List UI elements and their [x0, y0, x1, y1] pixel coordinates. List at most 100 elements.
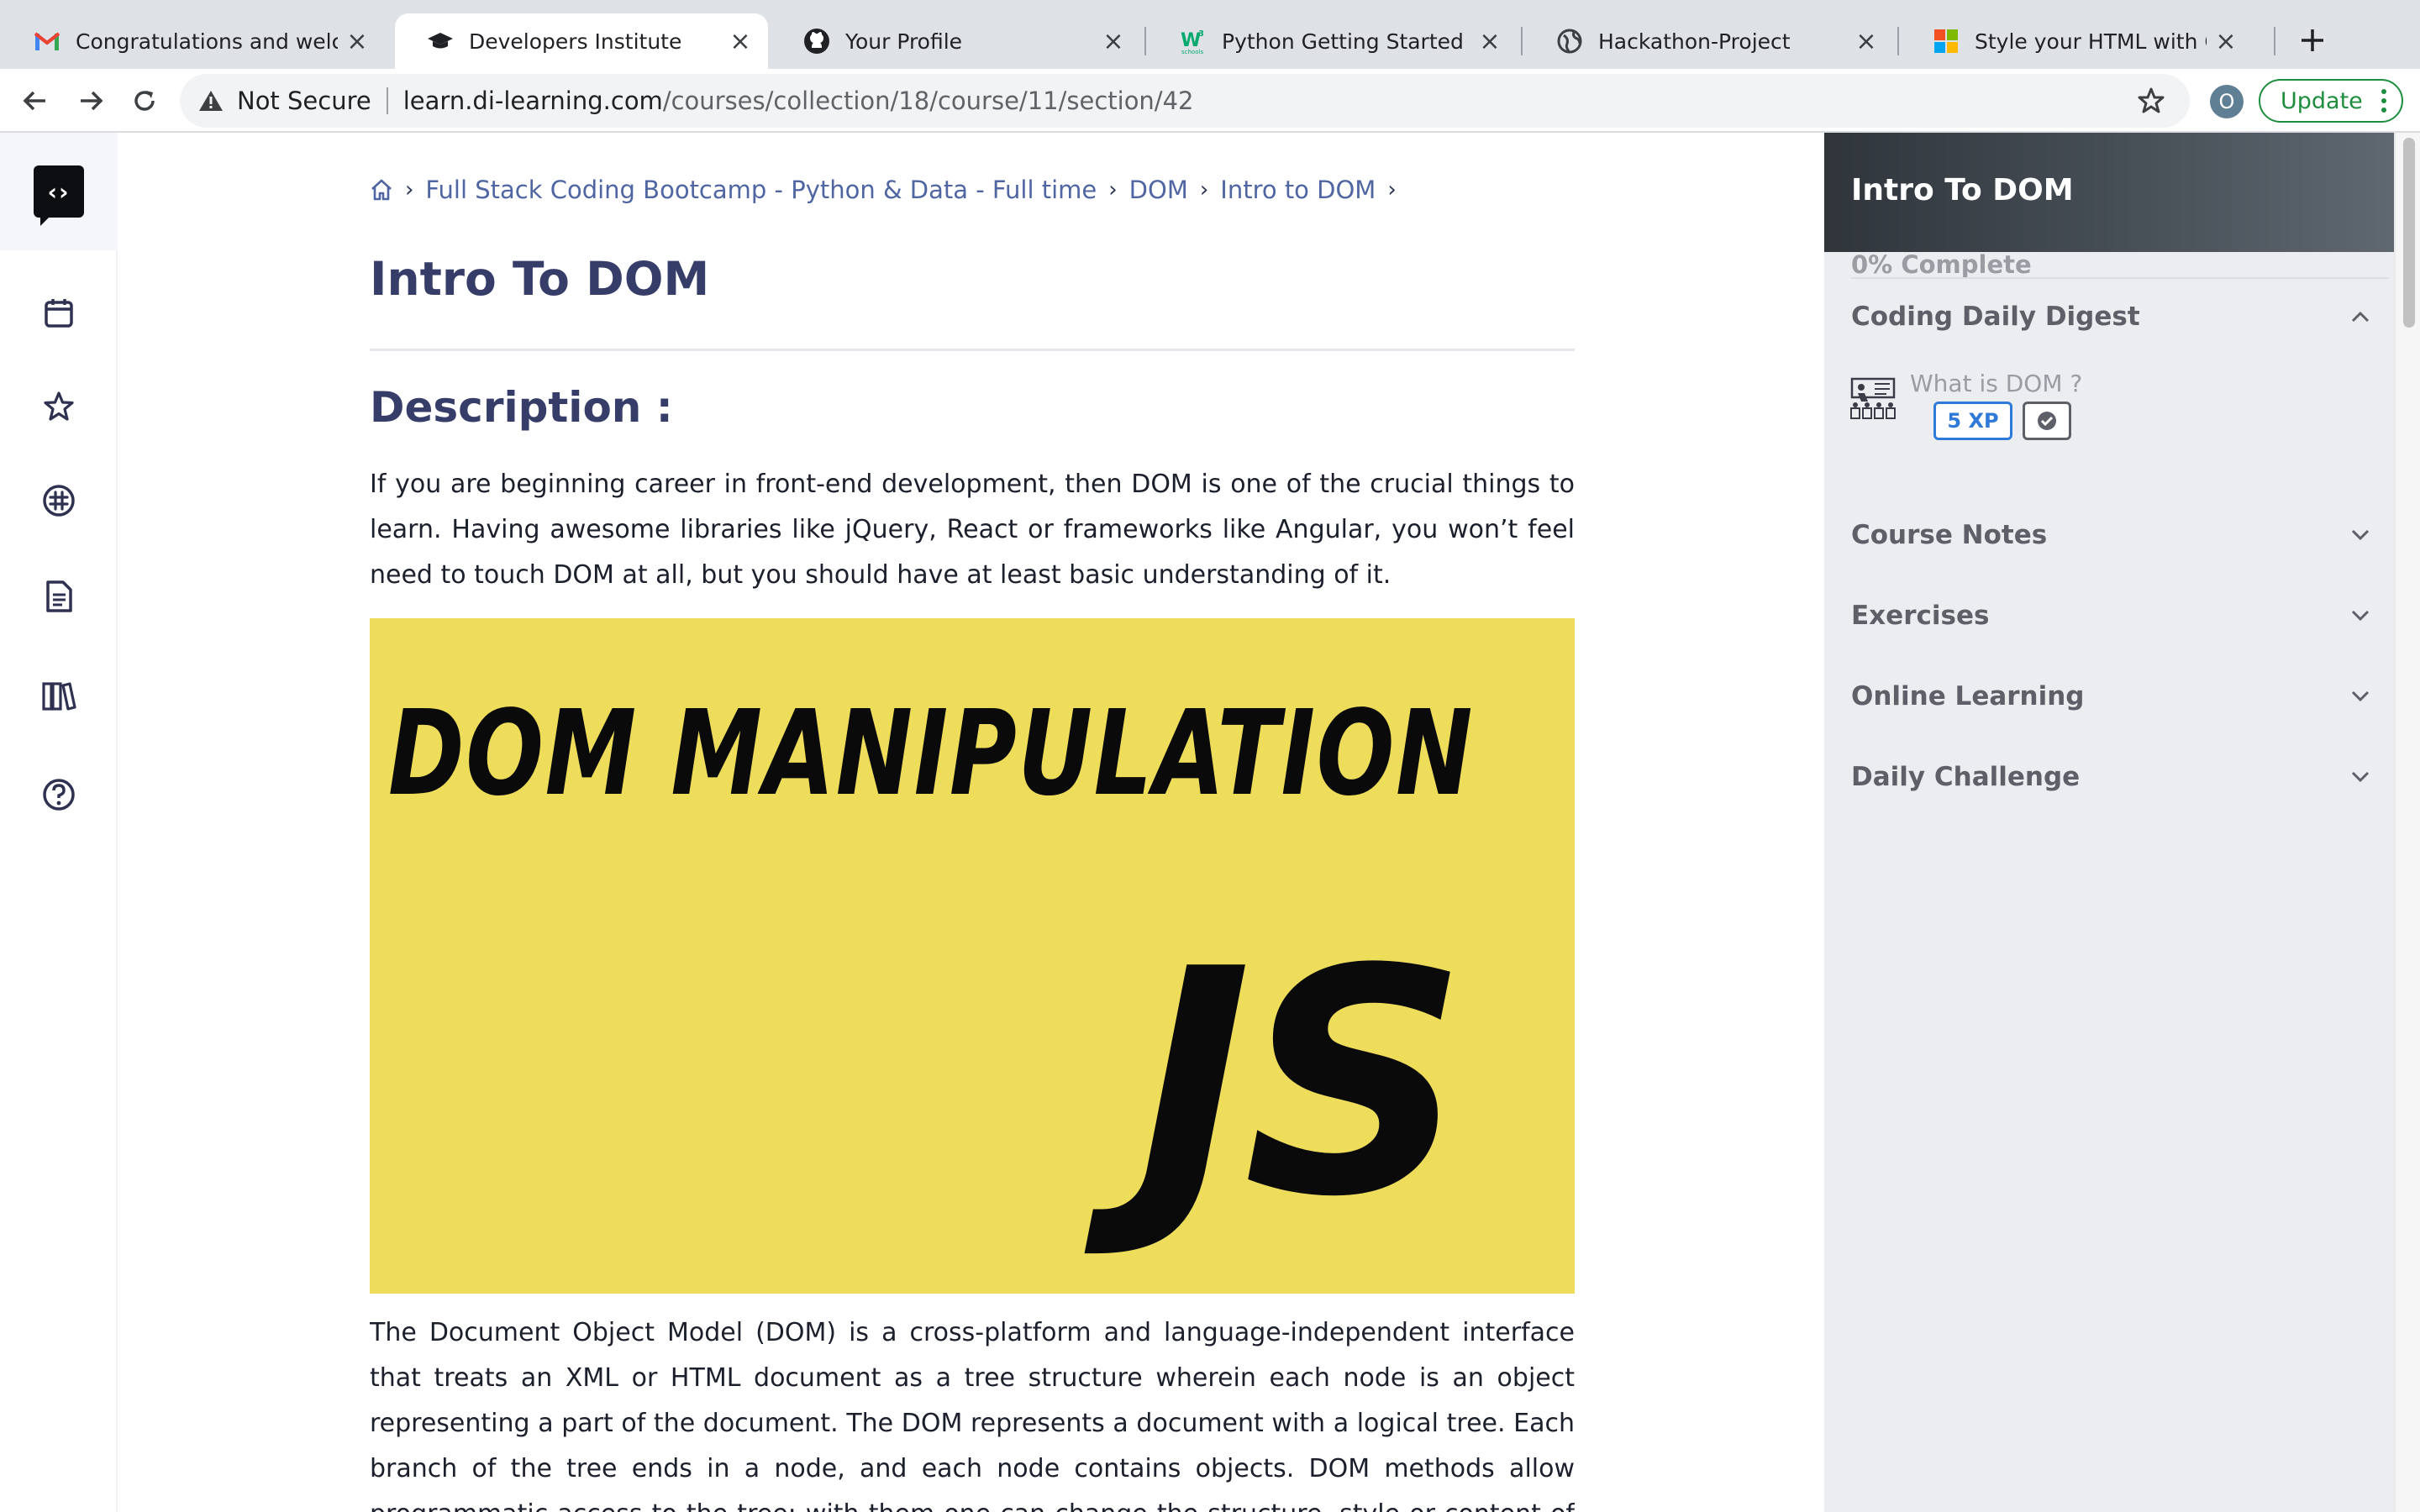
- close-icon[interactable]: ×: [1854, 27, 1879, 56]
- url-divider: [386, 87, 388, 114]
- section-label: Exercises: [1851, 601, 1990, 631]
- graduation-cap-icon: [427, 28, 454, 55]
- more-vert-icon: [2381, 89, 2386, 113]
- chevron-up-icon: [2349, 305, 2372, 328]
- plus-icon: [2302, 29, 2323, 51]
- close-icon[interactable]: ×: [1101, 27, 1126, 56]
- di-logo-icon: ‹›: [34, 165, 84, 226]
- update-button[interactable]: Update: [2259, 79, 2403, 123]
- tab-title: Your Profile: [845, 29, 963, 54]
- chevron-right-icon: ›: [405, 177, 414, 202]
- close-icon[interactable]: ×: [728, 27, 753, 56]
- section-label: Online Learning: [1851, 681, 2085, 711]
- library-icon[interactable]: [40, 677, 77, 714]
- chevron-right-icon: ›: [1387, 177, 1397, 202]
- breadcrumb-link-lesson[interactable]: Intro to DOM: [1220, 176, 1376, 204]
- forward-button[interactable]: [74, 84, 108, 118]
- chevron-down-icon: [2349, 685, 2372, 708]
- progress-label: 0% Complete: [1851, 250, 2032, 279]
- check-circle-icon: [2038, 412, 2056, 430]
- chevron-right-icon: ›: [1199, 177, 1209, 202]
- bookmark-star-icon[interactable]: [2136, 86, 2166, 116]
- body-paragraph: The Document Object Model (DOM) is a cro…: [370, 1318, 1575, 1512]
- reload-button[interactable]: [128, 84, 161, 118]
- lesson-title: What is DOM ?: [1910, 370, 2083, 397]
- tab-microsoft-learn[interactable]: Style your HTML with CSS - Learn ×: [1901, 13, 2254, 69]
- arrow-right-icon: [81, 91, 103, 111]
- tab-title: Congratulations and welcome to the Devel…: [76, 29, 338, 54]
- breadcrumb-link-course[interactable]: Full Stack Coding Bootcamp - Python & Da…: [425, 176, 1097, 204]
- scrollbar-thumb[interactable]: [2403, 138, 2415, 328]
- description-heading: Description :: [370, 383, 673, 432]
- breadcrumb-link-module[interactable]: DOM: [1129, 176, 1188, 204]
- close-icon[interactable]: ×: [345, 27, 370, 56]
- microsoft-icon: [1933, 28, 1960, 55]
- back-button[interactable]: [18, 84, 52, 118]
- progress-bar: [1851, 277, 2389, 279]
- section-course-notes[interactable]: Course Notes: [1851, 514, 2372, 556]
- tab-hackathon[interactable]: Hackathon-Project ×: [1524, 13, 1894, 69]
- title-divider: [370, 349, 1575, 351]
- left-nav-rail: ‹›: [0, 133, 118, 1512]
- panel-title: Intro To DOM: [1851, 173, 2074, 207]
- dom-manipulation-hero-image: DOM MANIPULATION JS: [370, 618, 1575, 1294]
- chevron-down-icon: [2349, 523, 2372, 547]
- update-label: Update: [2281, 87, 2363, 114]
- completion-badge[interactable]: [2023, 402, 2071, 440]
- gmail-icon: [34, 28, 60, 55]
- address-bar[interactable]: Not Secure learn.di-learning.com/courses…: [180, 74, 2190, 128]
- arrow-left-icon: [23, 91, 45, 111]
- section-label: Daily Challenge: [1851, 762, 2081, 792]
- section-label: Coding Daily Digest: [1851, 302, 2140, 332]
- new-tab-button[interactable]: [2294, 22, 2331, 59]
- tab-github-profile[interactable]: Your Profile ×: [771, 13, 1141, 69]
- svg-text:3: 3: [1198, 29, 1204, 39]
- intro-paragraph: If you are beginning career in front-end…: [370, 470, 1575, 590]
- tab-w3schools[interactable]: W 3 schools Python Getting Started ×: [1148, 13, 1518, 69]
- github-icon: [803, 28, 830, 55]
- home-icon[interactable]: [370, 178, 393, 202]
- logo-container[interactable]: ‹›: [0, 133, 118, 250]
- calendar-icon[interactable]: [40, 294, 77, 331]
- section-coding-daily-digest[interactable]: Coding Daily Digest: [1851, 296, 2372, 338]
- tab-title: Style your HTML with CSS - Learn: [1975, 29, 2207, 54]
- globe-icon: [1556, 28, 1583, 55]
- lesson-item-what-is-dom[interactable]: What is DOM ? 5 XP: [1849, 370, 2354, 454]
- chevron-down-icon: [2349, 765, 2372, 789]
- tab-gmail[interactable]: Congratulations and welcome to the Devel…: [2, 13, 385, 69]
- close-icon[interactable]: ×: [1477, 27, 1502, 56]
- lesson-classroom-icon: [1849, 376, 1897, 423]
- breadcrumb: › Full Stack Coding Bootcamp - Python & …: [370, 173, 1408, 207]
- page-scrollbar[interactable]: [2394, 133, 2420, 1512]
- section-label: Course Notes: [1851, 520, 2048, 550]
- close-icon[interactable]: ×: [2213, 27, 2238, 56]
- section-online-learning[interactable]: Online Learning: [1851, 675, 2372, 717]
- document-icon[interactable]: [40, 578, 77, 615]
- section-exercises[interactable]: Exercises: [1851, 595, 2372, 637]
- tab-developers-institute[interactable]: Developers Institute ×: [395, 13, 768, 69]
- slack-icon[interactable]: [40, 482, 77, 519]
- w3schools-icon: W 3 schools: [1180, 28, 1207, 55]
- section-daily-challenge[interactable]: Daily Challenge: [1851, 756, 2372, 798]
- tab-separator: [2274, 27, 2275, 55]
- page-title: Intro To DOM: [370, 252, 710, 306]
- security-label[interactable]: Not Secure: [237, 87, 371, 115]
- svg-text:schools: schools: [1181, 49, 1203, 55]
- help-icon[interactable]: [40, 776, 77, 813]
- warning-icon: [197, 87, 225, 115]
- chevron-down-icon: [2349, 604, 2372, 627]
- tab-separator: [1144, 27, 1146, 55]
- tab-separator: [1521, 27, 1523, 55]
- star-icon[interactable]: [40, 388, 77, 425]
- profile-avatar[interactable]: O: [2210, 85, 2244, 118]
- hero-title: DOM MANIPULATION: [388, 685, 1475, 822]
- tab-title: Developers Institute: [469, 29, 682, 54]
- tab-title: Hackathon-Project: [1598, 29, 1791, 54]
- reload-icon: [134, 91, 155, 111]
- chevron-right-icon: ›: [1108, 177, 1118, 202]
- hero-js-text: JS: [1136, 904, 1467, 1265]
- url-host: learn.di-learning.com: [402, 87, 663, 115]
- xp-badge: 5 XP: [1933, 402, 2012, 440]
- tab-separator: [1897, 27, 1899, 55]
- browser-tab-strip: Congratulations and welcome to the Devel…: [0, 0, 2420, 69]
